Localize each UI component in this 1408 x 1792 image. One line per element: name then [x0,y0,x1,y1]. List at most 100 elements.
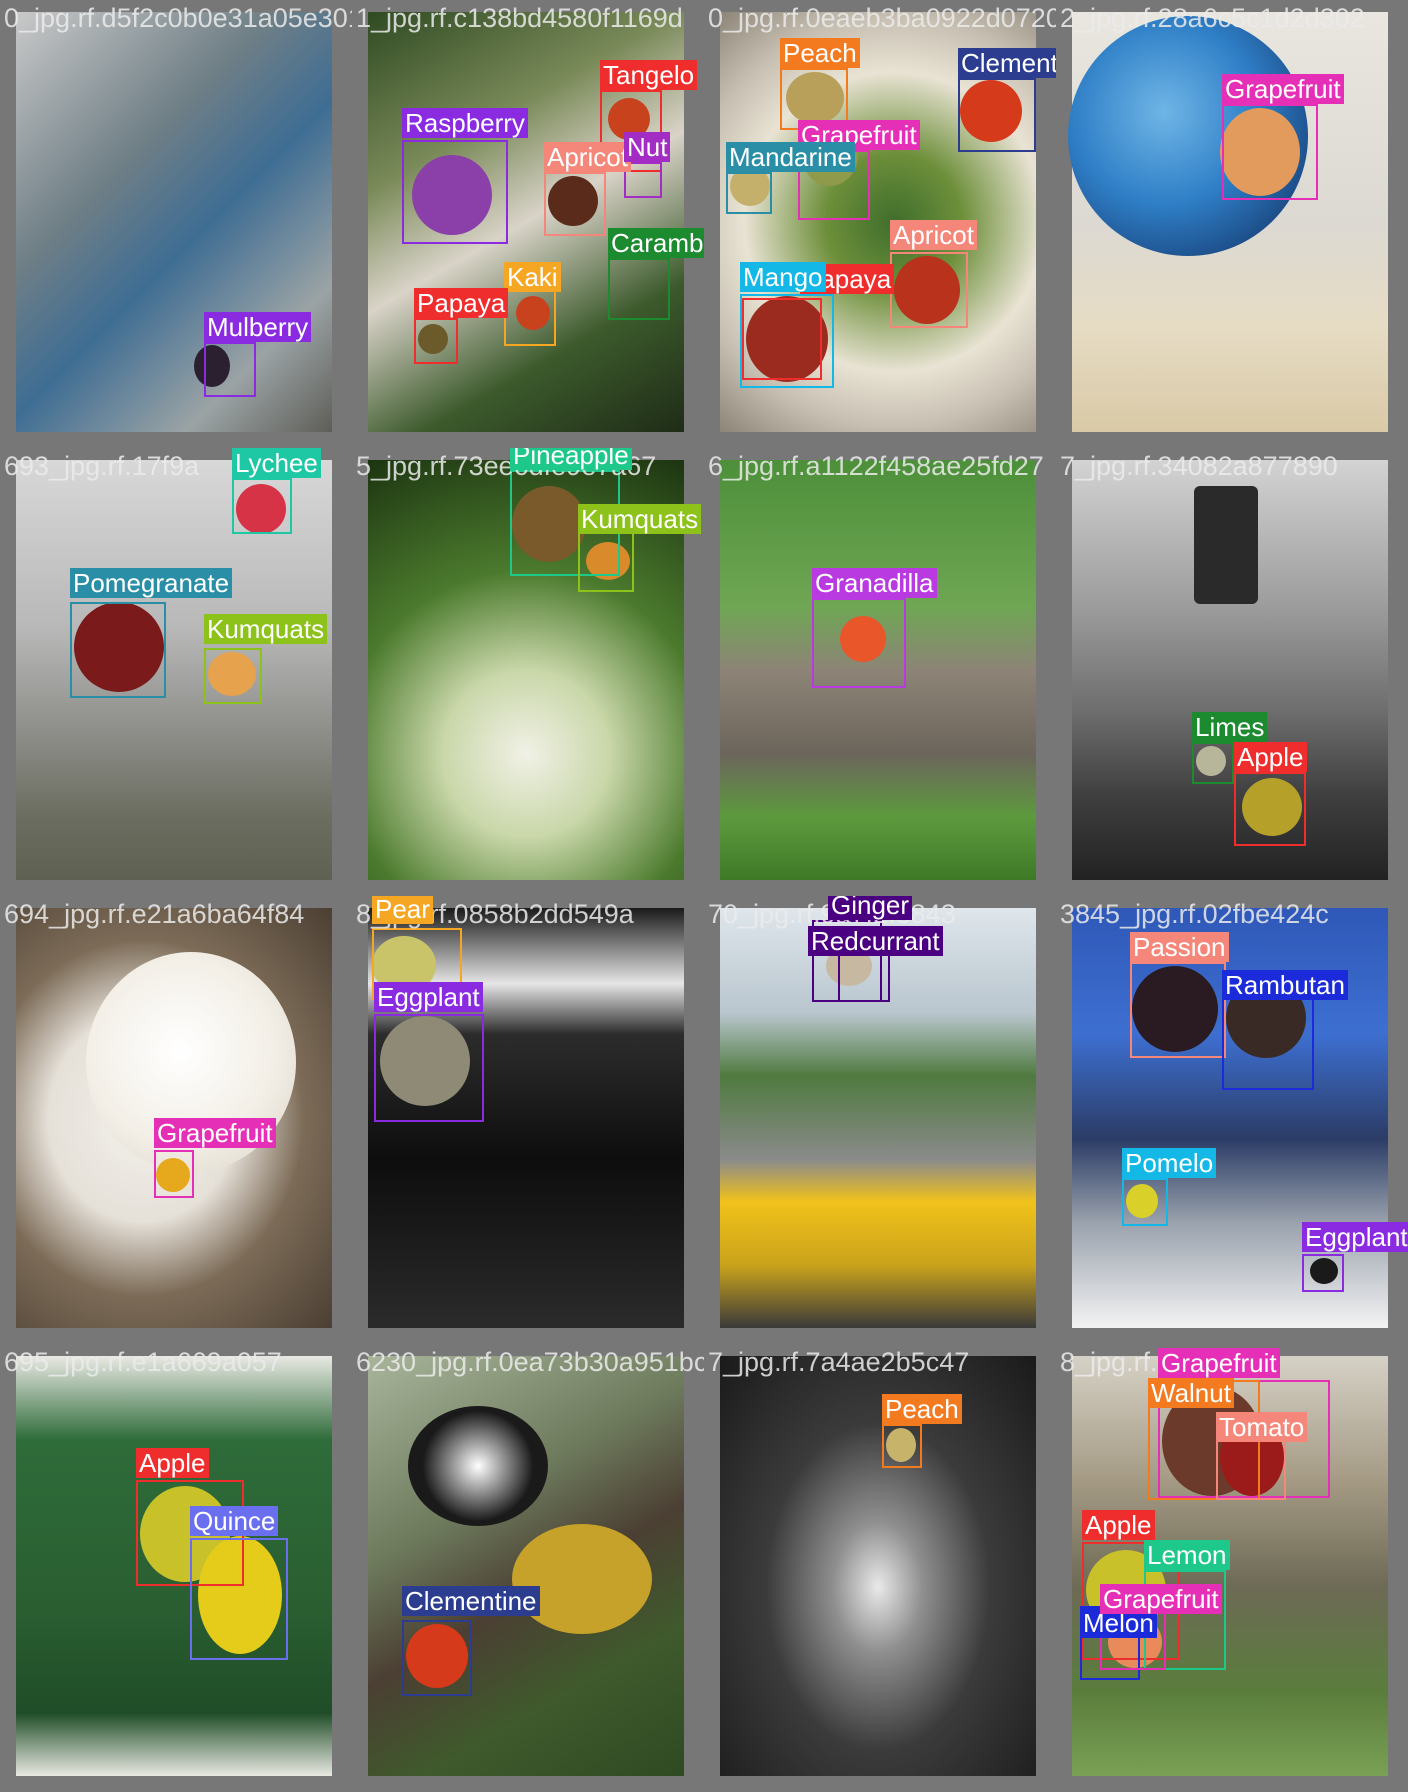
box-label: Pineapple [510,448,632,470]
box-label: Kaki [504,262,561,292]
box-label: Nut [624,132,671,162]
box-label: Apricot [890,220,977,250]
cell-title: 1_jpg.rf.c138bd4580f1169d [356,3,683,33]
box-label: Pomelo [1122,1148,1217,1178]
bbox [1192,742,1234,784]
box-label: Kumquats [578,504,702,534]
box-label: Mulberry [204,312,312,342]
grid-cell: 695_jpg.rf.e1a669a057 Apple Quince [0,1344,352,1792]
bbox [1130,962,1226,1058]
detection-grid: 0_jpg.rf.d5f2c0b0e31a05e301 Mulberry 1_j… [0,0,1408,1792]
box-label: Passion [1130,932,1229,962]
box-label: Mandarine [726,142,855,172]
box-label: Apricot [544,142,631,172]
box-label: Limes [1192,712,1268,742]
box-label: Grapefruit [1100,1584,1222,1614]
bbox [890,252,968,328]
cell-title: 694_jpg.rf.e21a6ba64f84 [4,899,305,929]
grid-cell: 7_jpg.rf.34082a877890 Limes Apple [1056,448,1408,896]
grid-cell: 693_jpg.rf.17f9a Lychee Pomegranate Kumq… [0,448,352,896]
box-label: Granadilla [812,568,937,598]
bbox [578,532,634,592]
bbox [1234,772,1306,846]
bbox [204,342,256,397]
bbox [958,78,1036,152]
bbox [154,1150,194,1198]
bbox [882,1424,922,1468]
bbox [812,598,906,688]
bbox [402,140,508,244]
box-label: Walnut [1148,1378,1234,1408]
box-label: Ginger [828,896,913,920]
grid-cell: 1_jpg.rf.c138bd4580f1169d Tangelo Raspbe… [352,0,704,448]
bbox [414,318,458,364]
cell-title: 0_jpg.rf.d5f2c0b0e31a05e301 [4,3,352,33]
box-label: Raspberry [402,108,528,138]
cell-title: 7_jpg.rf.34082a877890 [1060,451,1338,481]
bbox [374,1014,484,1122]
cell-title: 2_jpg.rf.28a6c5c1d2d302 [1060,3,1365,33]
box-label: Clementine [402,1586,540,1616]
box-label: Grapefruit [1158,1348,1280,1378]
grid-cell: 6_jpg.rf.a1122f458ae25fd27 Granadilla [704,448,1056,896]
bbox [190,1538,288,1660]
photo [720,1356,1036,1776]
cell-title: 6_jpg.rf.a1122f458ae25fd27 [708,451,1044,481]
fruit [512,1524,652,1634]
grid-cell: 7_jpg.rf.7a4ae2b5c47 Peach [704,1344,1056,1792]
bbox [608,258,670,320]
box-label: Pomegranate [70,568,233,598]
bbox [740,294,834,388]
fruit [1194,486,1258,604]
box-label: Grapefruit [1222,74,1344,104]
box-label: Quince [190,1506,279,1536]
box-label: Apple [1082,1510,1155,1540]
grid-cell: 70_jpg.rf.9a7f2f3843 Ginger Redcurrant [704,896,1056,1344]
fruit [408,1406,548,1526]
box-label: Carambula [608,228,704,258]
bbox [232,478,292,534]
grid-cell: 0_jpg.rf.0eaeb3ba0922d0720 Peach Clement… [704,0,1056,448]
grid-cell: 3845_jpg.rf.02fbe424c Passion Rambutan P… [1056,896,1408,1344]
box-label: Peach [780,38,860,68]
box-label: Redcurrant [808,926,943,956]
box-label: Kumquats [204,614,328,644]
box-label: Mango [740,262,826,292]
grid-cell: 5_jpg.rf.73ee6dfe9e7a67 Pineapple Kumqua… [352,448,704,896]
box-label: Peach [882,1394,962,1424]
grid-cell: 8_jpg.rf.0858b2dd549a Pear Eggplant [352,896,704,1344]
box-label: Apple [136,1448,209,1478]
cell-title: 0_jpg.rf.0eaeb3ba0922d0720 [708,3,1056,33]
box-label: Eggplant [374,982,483,1012]
box-label: Rambutan [1222,970,1348,1000]
grid-cell: 0_jpg.rf.d5f2c0b0e31a05e301 Mulberry [0,0,352,448]
box-label: Grapefruit [154,1118,276,1148]
box-label: Pear [372,896,433,924]
photo [16,12,332,432]
box-label: Tangelo [600,60,698,90]
cell-title: 7_jpg.rf.7a4ae2b5c47 [708,1347,970,1377]
bbox [544,172,606,236]
box-label: Lychee [232,448,321,478]
grid-cell: 8_jpg.rf.a7a9ba28 Grapefruit Walnut Toma… [1056,1344,1408,1792]
bbox [204,648,262,704]
box-label: Clementine [958,48,1056,78]
bbox [726,172,772,214]
grid-cell: 694_jpg.rf.e21a6ba64f84 Grapefruit [0,896,352,1344]
bbox [70,602,166,698]
bbox [504,290,556,346]
grid-cell: 2_jpg.rf.28a6c5c1d2d302 Grapefruit [1056,0,1408,448]
bbox [1222,104,1318,200]
box-label: Tomato [1216,1412,1308,1442]
box-label: Lemon [1144,1540,1230,1570]
bbox [1302,1254,1344,1292]
box-label: Apple [1234,742,1307,772]
box-label: Eggplant [1302,1222,1408,1252]
cell-title: 6230_jpg.rf.0ea73b30a951bc [356,1347,704,1377]
bbox [1122,1178,1168,1226]
cell-title: 695_jpg.rf.e1a669a057 [4,1347,282,1377]
cell-title: 3845_jpg.rf.02fbe424c [1060,899,1329,929]
box-label: Papaya [414,288,509,318]
bbox [402,1620,472,1696]
grid-cell: 6230_jpg.rf.0ea73b30a951bc Clementine [352,1344,704,1792]
